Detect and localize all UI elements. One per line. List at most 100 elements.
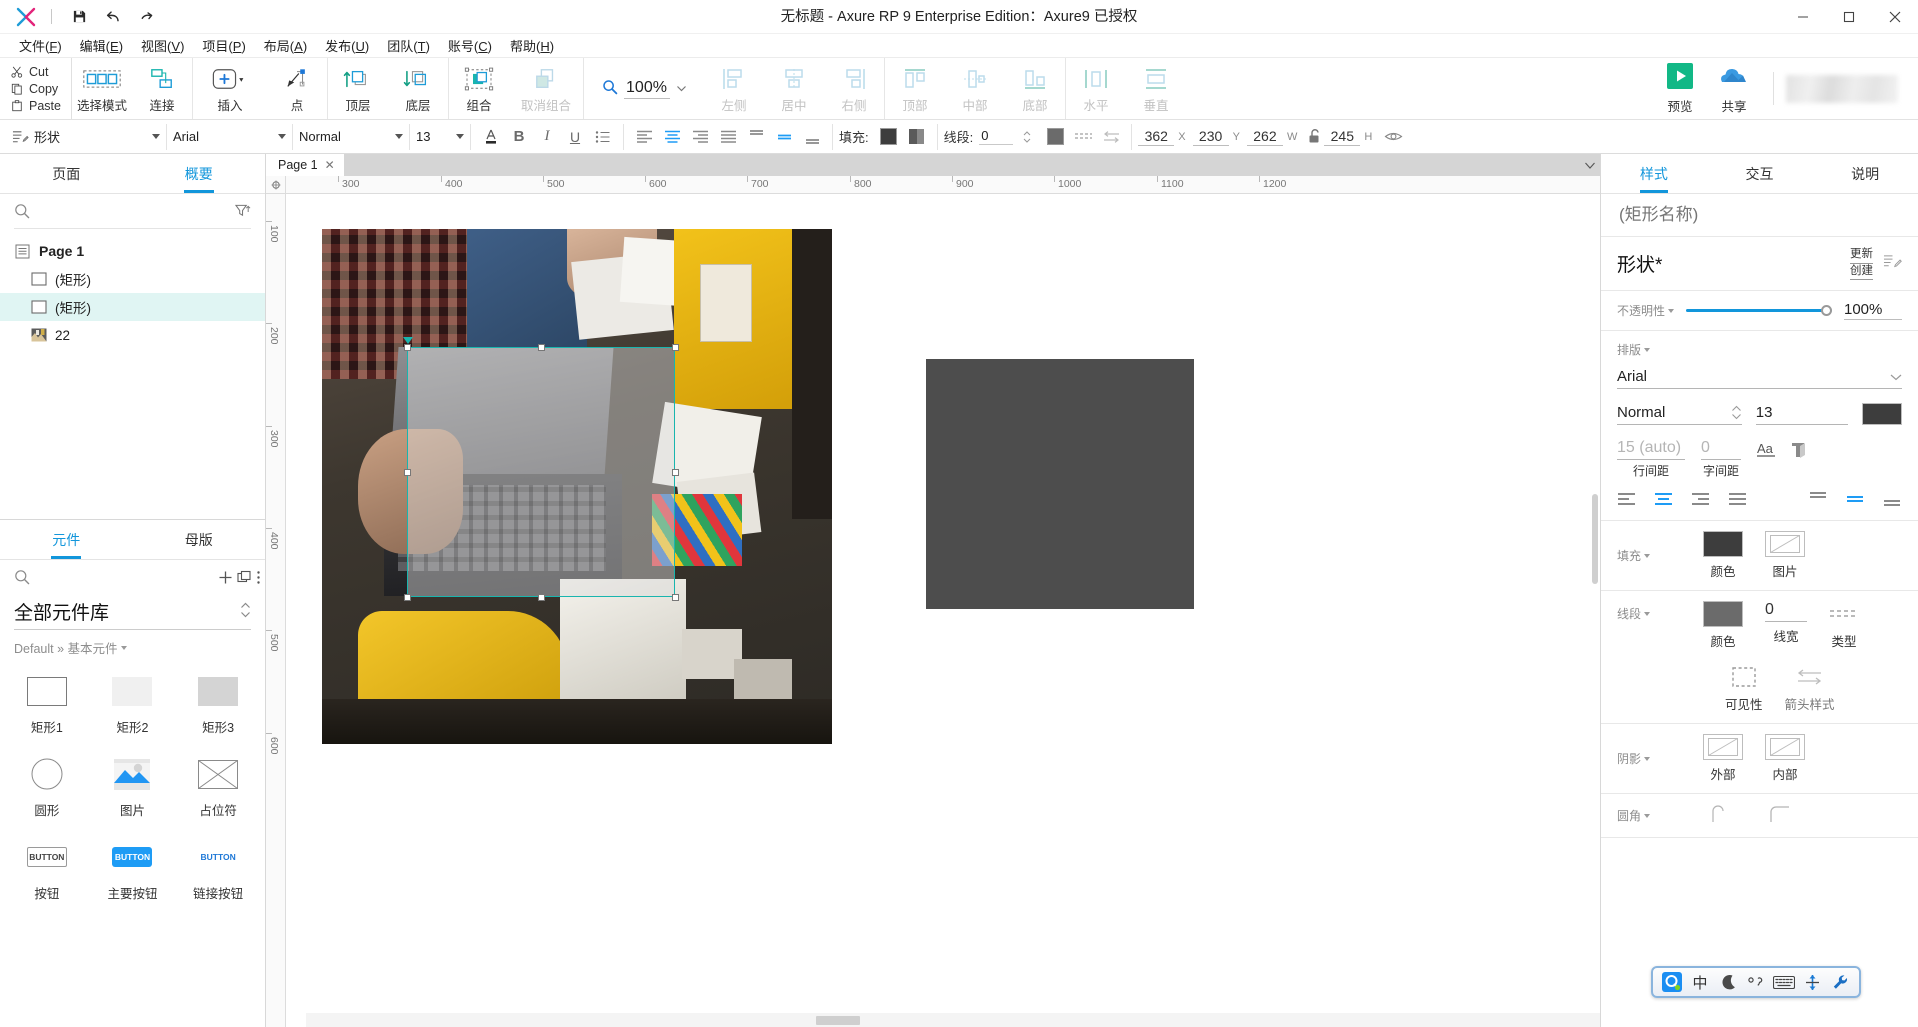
tab-widgets[interactable]: 元件 xyxy=(0,520,133,559)
connect-button[interactable]: 连接 xyxy=(132,58,192,119)
tab-style[interactable]: 样式 xyxy=(1601,154,1707,193)
text-case-icon[interactable]: Aa xyxy=(1757,441,1779,463)
widget-link-button[interactable]: BUTTON 链接按钮 xyxy=(175,831,261,910)
share-button[interactable]: 共享 xyxy=(1707,58,1761,119)
bold-button[interactable]: B xyxy=(505,124,533,150)
line-color-button[interactable]: 颜色 xyxy=(1703,601,1743,650)
font-size-select[interactable]: 13 xyxy=(416,125,464,149)
close-button[interactable] xyxy=(1872,0,1918,34)
right-panel-scrollbar[interactable] xyxy=(1909,194,1917,1027)
line-spinner-icon[interactable] xyxy=(1013,124,1041,150)
x-input[interactable] xyxy=(1138,127,1175,146)
line-type-button[interactable]: 类型 xyxy=(1829,601,1859,650)
line-width-input[interactable] xyxy=(979,128,1014,145)
line-width-field[interactable]: 0 线宽 xyxy=(1765,601,1807,650)
zoom-value[interactable]: 100% xyxy=(623,79,670,99)
selection-handle-nw[interactable] xyxy=(404,344,411,351)
fill-color-button[interactable]: 颜色 xyxy=(1703,531,1743,580)
valign-bottom-icon[interactable] xyxy=(798,124,826,150)
h-input[interactable] xyxy=(1324,127,1361,146)
more-vertical-icon[interactable] xyxy=(256,565,261,589)
align-top-button[interactable]: 顶部 xyxy=(885,58,945,119)
chinese-mode-icon[interactable]: 中 xyxy=(1687,971,1713,993)
align-left-icon[interactable] xyxy=(1617,492,1636,509)
fill-color-swatch[interactable] xyxy=(875,124,903,150)
rotation-marker[interactable] xyxy=(403,337,413,344)
scrollbar-thumb[interactable] xyxy=(816,1016,860,1025)
align-left-button[interactable]: 左侧 xyxy=(704,58,764,119)
align-justify-icon[interactable] xyxy=(1728,492,1747,509)
line-type-icon[interactable] xyxy=(1069,124,1097,150)
chevron-down-icon[interactable] xyxy=(676,81,687,96)
toolbox-icon[interactable] xyxy=(1799,971,1825,993)
line-visibility-button[interactable]: 可见性 xyxy=(1725,664,1763,713)
menu-project[interactable]: 项目(P) xyxy=(193,33,254,58)
style-update-create[interactable]: 更新 创建 xyxy=(1850,247,1873,281)
ungroup-button[interactable]: 取消组合 xyxy=(509,58,583,119)
selected-rectangle[interactable] xyxy=(407,347,675,597)
distribute-v-button[interactable]: 垂直 xyxy=(1126,58,1186,119)
shape-type-select[interactable]: 形状 xyxy=(34,125,160,149)
tab-interactions[interactable]: 交互 xyxy=(1707,154,1813,193)
distribute-h-button[interactable]: 水平 xyxy=(1066,58,1126,119)
widget-name-input[interactable] xyxy=(1617,204,1902,226)
align-right-button[interactable]: 右侧 xyxy=(824,58,884,119)
line-height-field[interactable]: 15 (auto) 行间距 xyxy=(1617,439,1685,479)
half-moon-icon[interactable] xyxy=(1715,971,1741,993)
outline-search-input[interactable] xyxy=(38,202,227,220)
menu-file[interactable]: 文件(F) xyxy=(10,33,71,58)
font-weight-select[interactable]: Normal xyxy=(299,125,403,149)
ime-toolbar[interactable]: 中 xyxy=(1651,966,1861,998)
eye-icon[interactable] xyxy=(1379,124,1407,150)
library-selector[interactable]: 全部元件库 xyxy=(14,598,251,630)
menu-help[interactable]: 帮助(H) xyxy=(501,33,563,58)
widget-button[interactable]: BUTTON 按钮 xyxy=(4,831,90,910)
arrow-style-button[interactable]: 箭头样式 xyxy=(1785,664,1835,713)
valign-top-icon[interactable] xyxy=(1809,491,1828,510)
align-right-icon[interactable] xyxy=(686,124,714,150)
opacity-label[interactable]: 不透明性 xyxy=(1617,302,1675,319)
save-icon[interactable] xyxy=(63,4,95,30)
align-justify-icon[interactable] xyxy=(714,124,742,150)
outline-item-rect-1[interactable]: (矩形) xyxy=(0,265,265,293)
menu-view[interactable]: 视图(V) xyxy=(132,33,193,58)
page-tab-overflow-button[interactable] xyxy=(1580,154,1600,176)
typography-label[interactable]: 排版 xyxy=(1617,341,1902,358)
widget-placeholder[interactable]: 占位符 xyxy=(175,748,261,827)
menu-layout[interactable]: 布局(A) xyxy=(255,33,316,58)
menu-publish[interactable]: 发布(U) xyxy=(316,33,378,58)
fill-image-button[interactable]: 图片 xyxy=(1765,531,1805,580)
outline-item-rect-2[interactable]: (矩形) xyxy=(0,293,265,321)
qq-pinyin-logo-icon[interactable] xyxy=(1659,971,1685,993)
align-left-icon[interactable] xyxy=(630,124,658,150)
font-family-row[interactable]: Arial xyxy=(1617,368,1902,390)
preview-button[interactable]: 预览 xyxy=(1653,58,1707,119)
valign-bottom-icon[interactable] xyxy=(1883,491,1902,510)
selection-handle-e[interactable] xyxy=(672,469,679,476)
bring-front-button[interactable]: 顶层 xyxy=(328,58,388,119)
canvas-rectangle-grey[interactable] xyxy=(926,359,1194,609)
widget-rect2[interactable]: 矩形2 xyxy=(90,665,176,744)
fill-gradient-icon[interactable] xyxy=(903,124,931,150)
undo-icon[interactable] xyxy=(97,4,129,30)
canvas-vertical-scrollbar[interactable] xyxy=(1590,194,1600,1013)
minimize-button[interactable] xyxy=(1780,0,1826,34)
cut-button[interactable]: Cut xyxy=(8,64,71,80)
font-family-select[interactable]: Arial xyxy=(173,125,286,149)
filter-sort-icon[interactable] xyxy=(234,203,251,219)
widget-rect3[interactable]: 矩形3 xyxy=(175,665,261,744)
selection-handle-sw[interactable] xyxy=(404,594,411,601)
line-color-swatch[interactable] xyxy=(1041,124,1069,150)
tab-outline[interactable]: 概要 xyxy=(133,154,266,193)
corner-radius-value-icon[interactable] xyxy=(1709,804,1735,827)
edit-style-icon[interactable] xyxy=(1883,253,1902,274)
point-button[interactable]: 点 xyxy=(267,58,327,119)
text-color-icon[interactable] xyxy=(477,124,505,150)
shadow-label[interactable]: 阴影 xyxy=(1617,750,1703,767)
widget-primary-button[interactable]: BUTTON 主要按钮 xyxy=(90,831,176,910)
bullet-list-icon[interactable] xyxy=(589,124,617,150)
align-center-icon[interactable] xyxy=(658,124,686,150)
shadow-outer-button[interactable]: 外部 xyxy=(1703,734,1743,783)
font-size-field[interactable]: 13 xyxy=(1755,404,1848,425)
align-center-icon[interactable] xyxy=(1654,492,1673,509)
